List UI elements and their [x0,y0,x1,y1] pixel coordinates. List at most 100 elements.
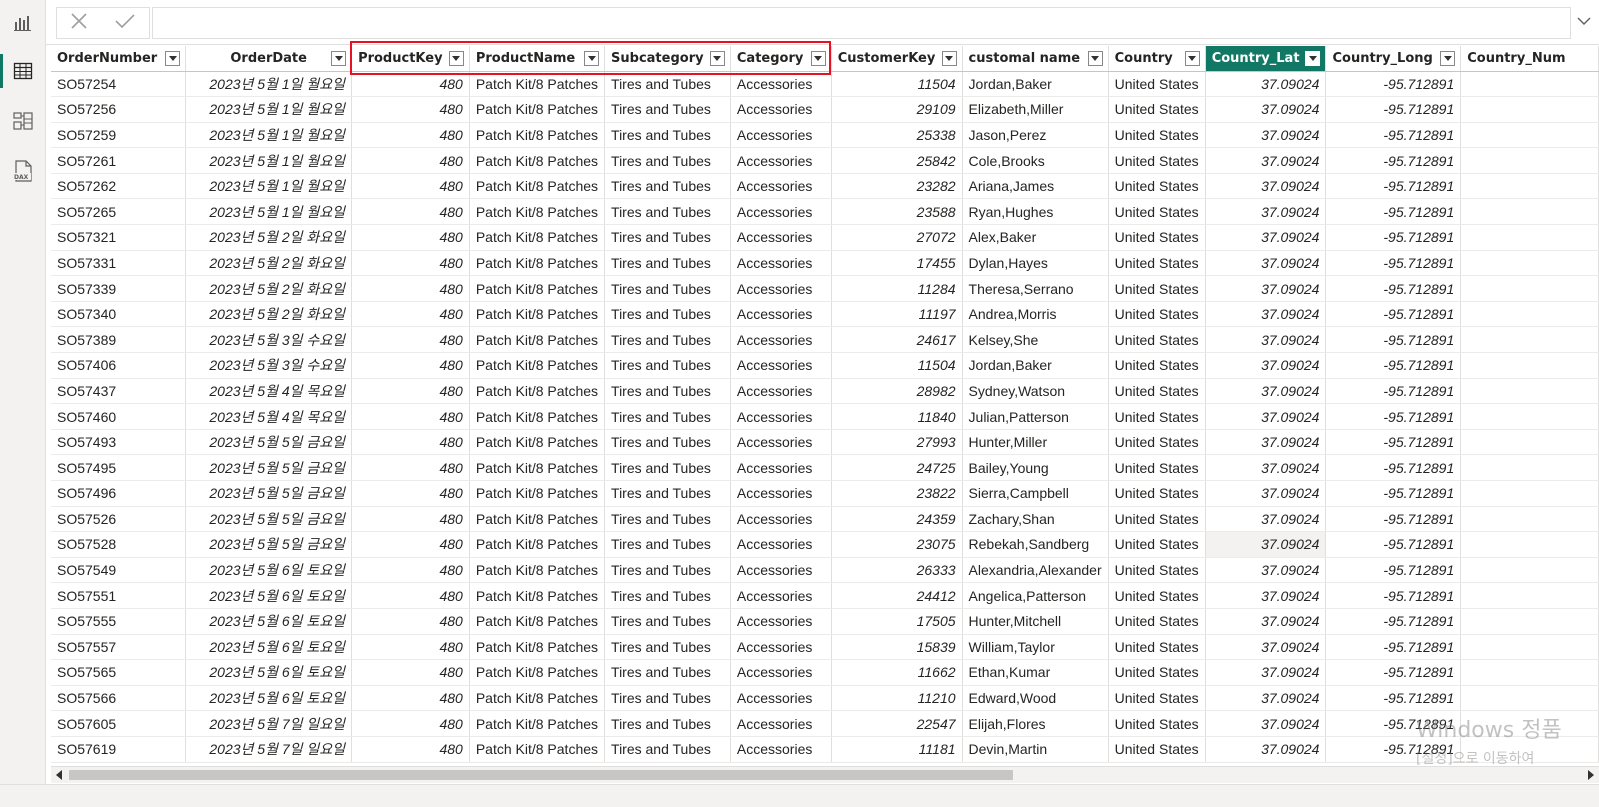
table-cell[interactable]: 480 [351,608,470,635]
scrollbar-thumb[interactable] [69,770,1013,780]
table-cell[interactable]: 11284 [831,275,963,302]
table-cell[interactable] [1460,736,1599,763]
table-cell[interactable]: United States [1108,301,1206,328]
table-cell[interactable]: SO57265 [51,198,187,226]
column-header-productname[interactable]: ProductName [469,46,606,72]
table-cell[interactable]: 37.09024 [1205,736,1327,763]
table-cell[interactable]: Accessories [730,122,832,149]
table-cell[interactable]: 23282 [831,173,963,200]
table-cell[interactable]: 2023년 5월 1일 월요일 [185,71,353,98]
filter-dropdown-icon[interactable] [584,51,600,66]
table-cell[interactable]: SO57555 [51,608,187,635]
filter-dropdown-icon[interactable] [448,51,464,66]
column-header-country-num[interactable]: Country_Num [1460,46,1599,72]
table-cell[interactable]: SO57340 [51,301,187,328]
filter-dropdown-icon[interactable] [709,51,725,66]
table-cell[interactable]: Patch Kit/8 Patches [469,326,606,354]
table-cell[interactable]: 480 [351,352,470,379]
table-cell[interactable]: Patch Kit/8 Patches [469,582,606,609]
table-cell[interactable]: 37.09024 [1205,531,1327,558]
table-cell[interactable]: Tires and Tubes [604,710,731,737]
table-cell[interactable]: Accessories [730,710,832,737]
table-cell[interactable]: Patch Kit/8 Patches [469,147,606,174]
table-cell[interactable]: Devin,Martin [962,736,1109,763]
table-cell[interactable]: United States [1108,224,1206,251]
table-cell[interactable]: SO57605 [51,710,187,737]
table-cell[interactable]: United States [1108,634,1206,661]
table-cell[interactable]: 37.09024 [1205,608,1327,635]
table-cell[interactable]: Accessories [730,147,832,174]
table-cell[interactable]: Tires and Tubes [604,454,731,481]
table-cell[interactable]: 11504 [831,71,963,98]
table-cell[interactable]: SO57331 [51,250,187,277]
table-cell[interactable]: 29109 [831,96,963,123]
table-cell[interactable]: 480 [351,710,470,737]
table-cell[interactable]: 480 [351,480,470,507]
table-cell[interactable]: Patch Kit/8 Patches [469,250,606,277]
table-cell[interactable]: -95.712891 [1325,198,1462,226]
table-cell[interactable]: Accessories [730,582,832,609]
table-cell[interactable]: United States [1108,480,1206,507]
table-cell[interactable]: Tires and Tubes [604,198,731,226]
table-cell[interactable]: -95.712891 [1325,710,1462,737]
table-cell[interactable]: Tires and Tubes [604,352,731,379]
filter-dropdown-icon[interactable] [941,51,957,66]
table-cell[interactable]: 480 [351,326,470,354]
table-cell[interactable]: 37.09024 [1205,71,1327,98]
table-cell[interactable]: Tires and Tubes [604,608,731,635]
table-cell[interactable]: SO57493 [51,429,187,456]
column-header-customal-name[interactable]: customal name [962,46,1109,72]
table-cell[interactable]: Julian,Patterson [962,403,1109,430]
report-view-icon[interactable] [0,4,45,42]
table-cell[interactable]: Edward,Wood [962,685,1109,712]
column-header-subcategory[interactable]: Subcategory [604,46,731,72]
table-cell[interactable]: Tires and Tubes [604,685,731,712]
table-cell[interactable] [1460,480,1599,507]
table-cell[interactable]: SO57339 [51,275,187,302]
table-cell[interactable]: Tires and Tubes [604,301,731,328]
table-cell[interactable]: 2023년 5월 1일 월요일 [185,147,353,174]
table-cell[interactable]: 23075 [831,531,963,558]
table-cell[interactable]: 480 [351,736,470,763]
table-cell[interactable] [1460,608,1599,635]
table-cell[interactable]: 37.09024 [1205,122,1327,149]
table-cell[interactable]: Accessories [730,403,832,430]
table-cell[interactable]: 37.09024 [1205,480,1327,507]
table-cell[interactable] [1460,250,1599,277]
table-cell[interactable]: Patch Kit/8 Patches [469,352,606,379]
table-cell[interactable]: Alex,Baker [962,224,1109,251]
filter-dropdown-icon[interactable] [1440,51,1456,66]
table-cell[interactable]: United States [1108,454,1206,481]
table-cell[interactable]: United States [1108,198,1206,226]
table-cell[interactable]: -95.712891 [1325,71,1462,98]
table-cell[interactable]: Theresa,Serrano [962,275,1109,302]
table-cell[interactable]: Cole,Brooks [962,147,1109,174]
table-cell[interactable]: Accessories [730,736,832,763]
table-cell[interactable]: Patch Kit/8 Patches [469,96,606,123]
table-cell[interactable]: Tires and Tubes [604,403,731,430]
table-cell[interactable]: Patch Kit/8 Patches [469,531,606,558]
scroll-left-icon[interactable] [56,770,62,780]
column-header-country-long[interactable]: Country_Long [1325,46,1462,72]
table-cell[interactable]: Accessories [730,71,832,98]
table-cell[interactable]: United States [1108,173,1206,200]
table-cell[interactable]: Patch Kit/8 Patches [469,608,606,635]
table-cell[interactable]: Accessories [730,224,832,251]
table-cell[interactable]: United States [1108,71,1206,98]
table-cell[interactable] [1460,96,1599,123]
table-cell[interactable]: 2023년 5월 1일 월요일 [185,198,353,226]
table-cell[interactable] [1460,352,1599,379]
table-cell[interactable] [1460,710,1599,737]
table-cell[interactable]: -95.712891 [1325,96,1462,123]
table-cell[interactable]: Accessories [730,634,832,661]
table-cell[interactable] [1460,122,1599,149]
table-cell[interactable]: Tires and Tubes [604,275,731,302]
table-cell[interactable]: Accessories [730,429,832,456]
table-cell[interactable] [1460,378,1599,405]
table-cell[interactable]: -95.712891 [1325,224,1462,251]
table-cell[interactable]: 480 [351,429,470,456]
table-cell[interactable] [1460,71,1599,98]
table-cell[interactable]: Ethan,Kumar [962,659,1109,686]
table-cell[interactable]: -95.712891 [1325,582,1462,609]
table-cell[interactable]: 480 [351,147,470,174]
